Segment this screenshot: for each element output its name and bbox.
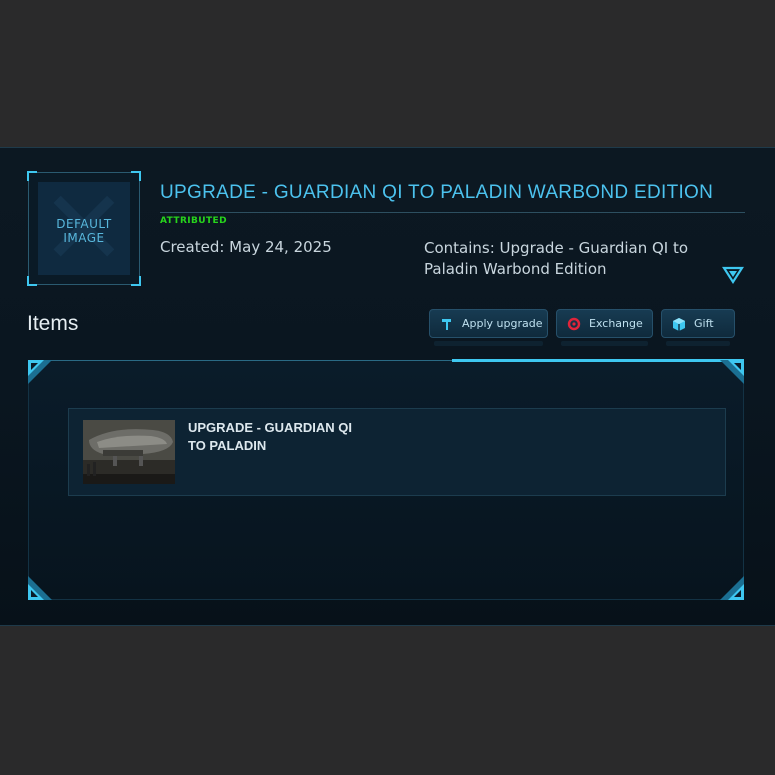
- frame-corner-top-right: [720, 360, 744, 384]
- chevron-down-icon[interactable]: [722, 265, 744, 285]
- pledge-panel: ✕ DEFAULT IMAGE UPGRADE - GUARDIAN QI TO…: [0, 147, 775, 626]
- frame-corner: [131, 171, 141, 181]
- item-title: UPGRADE - GUARDIAN QI TO PALADIN: [188, 420, 352, 453]
- exchange-button[interactable]: Exchange: [556, 309, 653, 346]
- apply-upgrade-button[interactable]: Apply upgrade: [429, 309, 548, 346]
- frame-corner-top-left: [28, 360, 52, 384]
- frame-corner-bottom-right: [720, 576, 744, 600]
- contains-text: Contains: Upgrade - Guardian QI to Palad…: [424, 239, 689, 278]
- default-image: ✕ DEFAULT IMAGE: [38, 182, 130, 275]
- title-divider: [160, 212, 745, 213]
- gift-label: Gift: [694, 317, 714, 330]
- frame-corner: [131, 276, 141, 286]
- exchange-label: Exchange: [589, 317, 643, 330]
- pledge-title: UPGRADE - GUARDIAN QI TO PALADIN WARBOND…: [160, 182, 714, 203]
- gift-icon: [673, 318, 685, 331]
- frame-corner: [27, 276, 37, 286]
- pledge-thumbnail: ✕ DEFAULT IMAGE: [27, 171, 141, 286]
- gift-button[interactable]: Gift: [661, 309, 735, 346]
- exchange-icon: [567, 317, 581, 331]
- default-image-label: DEFAULT IMAGE: [56, 217, 112, 245]
- frame-corner-bottom-left: [28, 576, 52, 600]
- list-item[interactable]: UPGRADE - GUARDIAN QI TO PALADIN: [68, 408, 726, 496]
- apply-upgrade-label: Apply upgrade: [462, 317, 543, 330]
- items-list-top-highlight: [452, 359, 744, 362]
- items-heading: Items: [27, 312, 79, 335]
- status-badge: ATTRIBUTED: [160, 216, 227, 226]
- hammer-icon: [442, 319, 451, 330]
- created-date: Created: May 24, 2025: [160, 238, 332, 256]
- ship-image: [83, 420, 175, 484]
- frame-corner: [27, 171, 37, 181]
